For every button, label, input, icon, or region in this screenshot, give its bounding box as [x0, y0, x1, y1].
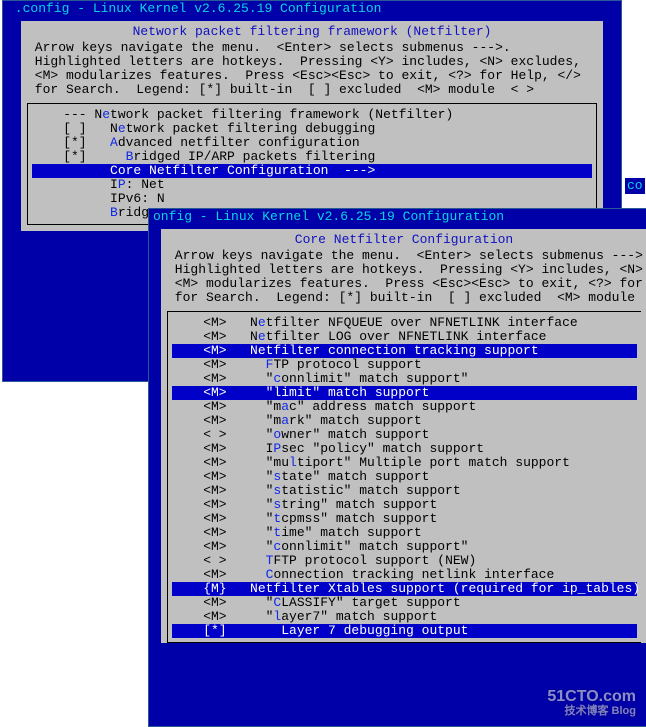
help-line: for Search. Legend: [*] built-in [ ] exc…: [167, 291, 641, 305]
menu-item[interactable]: [*] Layer 7 debugging output: [172, 624, 637, 638]
menu-item[interactable]: [*] Bridged IP/ARP packets filtering: [32, 150, 592, 164]
window-title-1: .config - Linux Kernel v2.6.25.19 Config…: [3, 1, 621, 17]
hotkey: a: [281, 413, 289, 428]
menu-item[interactable]: <M> "mac" address match support: [172, 400, 637, 414]
help-text-2: Arrow keys navigate the menu. <Enter> se…: [167, 249, 641, 305]
hotkey: e: [102, 107, 110, 122]
help-line: Arrow keys navigate the menu. <Enter> se…: [27, 41, 597, 55]
help-text-1: Arrow keys navigate the menu. <Enter> se…: [27, 41, 597, 97]
menu-subtitle-2: Core Netfilter Configuration: [167, 233, 641, 247]
menu-item[interactable]: < > "owner" match support: [172, 428, 637, 442]
menu-item[interactable]: <M> "layer7" match support: [172, 610, 637, 624]
menu-item[interactable]: <M> "string" match support: [172, 498, 637, 512]
menu-item[interactable]: <M> "statistic" match support: [172, 484, 637, 498]
menu-item[interactable]: [*] Advanced netfilter configuration: [32, 136, 592, 150]
menu-item[interactable]: <M> "mark" match support: [172, 414, 637, 428]
menu-item[interactable]: <M> "multiport" Multiple port match supp…: [172, 456, 637, 470]
hotkey: a: [281, 399, 289, 414]
menu-item[interactable]: --- Network packet filtering framework (…: [32, 108, 592, 122]
menu-item[interactable]: <M> "time" match support: [172, 526, 637, 540]
hotkey: B: [110, 205, 118, 220]
menu-item[interactable]: <M> Netfilter LOG over NFNETLINK interfa…: [172, 330, 637, 344]
menu-box-2: <M> Netfilter NFQUEUE over NFNETLINK int…: [167, 311, 641, 643]
menu-item[interactable]: <M> IPsec "policy" match support: [172, 442, 637, 456]
window-title-2: onfig - Linux Kernel v2.6.25.19 Configur…: [149, 209, 646, 225]
menu-item[interactable]: <M> "tcpmss" match support: [172, 512, 637, 526]
menu-box-1: --- Network packet filtering framework (…: [27, 103, 597, 225]
window-body-1: Network packet filtering framework (Netf…: [21, 21, 603, 231]
menu-item[interactable]: <M> "limit" match support: [172, 386, 637, 400]
menu-item[interactable]: <M> "connlimit" match support": [172, 540, 637, 554]
window-body-2: Core Netfilter Configuration Arrow keys …: [161, 229, 646, 643]
menu-item[interactable]: IP: Net: [32, 178, 592, 192]
hotkey: e: [118, 121, 126, 136]
menu-item[interactable]: <M> Netfilter NFQUEUE over NFNETLINK int…: [172, 316, 637, 330]
menu-item[interactable]: <M> Connection tracking netlink interfac…: [172, 568, 637, 582]
menu-item[interactable]: <M> Netfilter connection tracking suppor…: [172, 344, 637, 358]
hotkey: e: [258, 315, 266, 330]
hotkey: e: [258, 329, 266, 344]
help-line: <M> modularizes features. Press <Esc><Es…: [167, 277, 641, 291]
menu-item[interactable]: IPv6: N: [32, 192, 592, 206]
menu-item[interactable]: < > TFTP protocol support (NEW): [172, 554, 637, 568]
help-line: for Search. Legend: [*] built-in [ ] exc…: [27, 83, 597, 97]
hotkey: P: [118, 177, 126, 192]
hotkey: l: [289, 455, 297, 470]
menu-subtitle-1: Network packet filtering framework (Netf…: [27, 25, 597, 39]
menu-item[interactable]: Core Netfilter Configuration --->: [32, 164, 592, 178]
help-line: Highlighted letters are hotkeys. Pressin…: [27, 55, 597, 69]
menu-item[interactable]: [ ] Network packet filtering debugging: [32, 122, 592, 136]
menu-item[interactable]: <M> "CLASSIFY" target support: [172, 596, 637, 610]
menu-item[interactable]: <M> "state" match support: [172, 470, 637, 484]
menu-item[interactable]: <M> "connlimit" match support": [172, 372, 637, 386]
hotkey: A: [110, 135, 118, 150]
menu-item[interactable]: <M> FTP protocol support: [172, 358, 637, 372]
menu-item[interactable]: {M} Netfilter Xtables support (required …: [172, 582, 637, 596]
cutoff-fragment: co: [625, 178, 645, 194]
help-line: <M> modularizes features. Press <Esc><Es…: [27, 69, 597, 83]
help-line: Arrow keys navigate the menu. <Enter> se…: [167, 249, 641, 263]
config-window-core-netfilter: onfig - Linux Kernel v2.6.25.19 Configur…: [148, 208, 646, 727]
help-line: Highlighted letters are hotkeys. Pressin…: [167, 263, 641, 277]
